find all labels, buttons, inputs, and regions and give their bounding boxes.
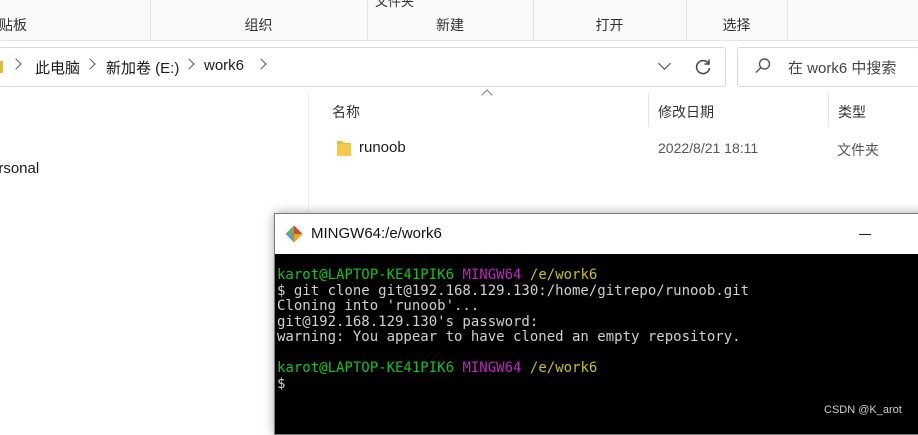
terminal-prompt-line: karot@LAPTOP-KE41PIK6 MINGW64 /e/work6 [277, 360, 597, 376]
column-header-modified[interactable]: 修改日期 [658, 102, 714, 122]
refresh-icon[interactable] [693, 57, 713, 77]
address-bar[interactable]: 此电脑 新加卷 (E:) work6 [0, 47, 726, 87]
terminal-input-line[interactable]: $ [277, 376, 285, 392]
terminal-prompt-line: karot@LAPTOP-KE41PIK6 MINGW64 /e/work6 [277, 267, 597, 283]
chevron-down-icon[interactable] [658, 57, 671, 70]
breadcrumb-this-pc[interactable]: 此电脑 [35, 57, 80, 78]
terminal-line: git@192.168.129.130's password: [277, 313, 539, 330]
ribbon-group-label: 组织 [244, 17, 273, 33]
nav-item-personal[interactable]: ersonal [0, 160, 39, 177]
terminal-window[interactable]: MINGW64:/e/work6 karot@LAPTOP-KE41PIK6 M… [274, 213, 918, 435]
folder-icon [0, 61, 3, 73]
prompt-path: /e/work6 [529, 267, 598, 283]
ribbon-item-label: 文件夹 [375, 0, 415, 9]
prompt-env: MINGW64 [462, 360, 522, 376]
terminal-line: warning: You appear to have cloned an em… [277, 329, 741, 345]
search-field[interactable]: 在 work6 中搜索 [737, 47, 918, 87]
column-header-type[interactable]: 类型 [838, 102, 866, 122]
file-list-header: 名称 修改日期 类型 [309, 89, 918, 127]
search-placeholder: 在 work6 中搜索 [788, 60, 897, 77]
chevron-right-icon[interactable] [183, 58, 195, 70]
ribbon-group-label: 贴板 [0, 17, 27, 33]
minimize-button[interactable] [859, 234, 871, 235]
ribbon-group-new[interactable]: 文件夹 新建 [367, 0, 534, 40]
prompt-user: karot@LAPTOP-KE41PIK6 [277, 267, 455, 283]
prompt-env: MINGW64 [462, 267, 522, 283]
address-row: 此电脑 新加卷 (E:) work6 在 work6 中搜索 [0, 41, 918, 93]
ribbon-group-label: 打开 [595, 17, 624, 33]
prompt-user: karot@LAPTOP-KE41PIK6 [277, 360, 455, 376]
column-divider[interactable] [648, 93, 649, 127]
ribbon-group-select[interactable]: 选择 [686, 0, 788, 40]
ribbon-group-clipboard[interactable]: 贴板 [0, 0, 151, 40]
column-header-name[interactable]: 名称 [332, 102, 360, 122]
terminal-line: Cloning into 'runoob'... [277, 298, 480, 314]
folder-icon [337, 141, 351, 156]
ribbon-group-label: 新建 [436, 17, 464, 33]
ribbon: 贴板 组织 文件夹 新建 打开 选择 [0, 0, 918, 41]
search-icon [755, 58, 771, 73]
file-row[interactable]: runoob 2022/8/21 18:11 文件夹 [309, 133, 918, 163]
file-name[interactable]: runoob [359, 139, 406, 156]
terminal-title-bar[interactable]: MINGW64:/e/work6 [275, 214, 918, 254]
git-icon [285, 225, 303, 243]
ribbon-group-open[interactable]: 打开 [533, 0, 687, 40]
chevron-right-icon[interactable] [255, 58, 267, 70]
column-divider[interactable] [828, 93, 829, 127]
terminal-title: MINGW64:/e/work6 [311, 225, 442, 242]
breadcrumb-drive[interactable]: 新加卷 (E:) [106, 57, 179, 78]
file-modified: 2022/8/21 18:11 [658, 140, 759, 156]
chevron-right-icon[interactable] [84, 58, 96, 70]
breadcrumb-folder[interactable]: work6 [204, 57, 244, 74]
watermark: CSDN @K_arot [824, 404, 902, 416]
prompt-path: /e/work6 [529, 360, 598, 376]
terminal-line: $ git clone git@192.168.129.130:/home/gi… [277, 282, 750, 299]
navigation-pane: ersonal [0, 93, 309, 428]
chevron-right-icon[interactable] [10, 58, 22, 70]
ribbon-group-organize[interactable]: 组织 [150, 0, 368, 40]
terminal-output[interactable]: karot@LAPTOP-KE41PIK6 MINGW64 /e/work6 $… [277, 267, 918, 392]
file-type: 文件夹 [837, 142, 879, 158]
ribbon-group-label: 选择 [722, 17, 751, 33]
